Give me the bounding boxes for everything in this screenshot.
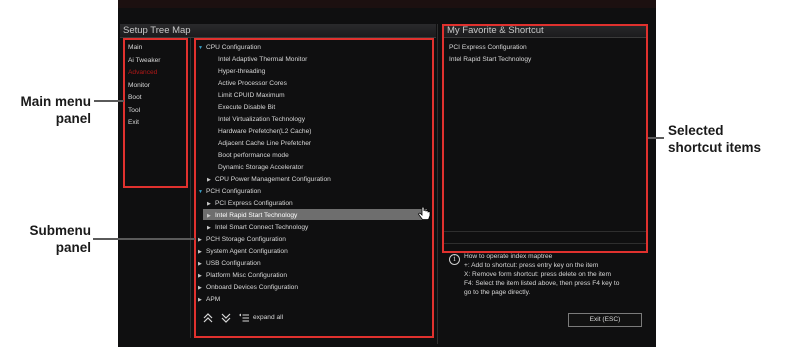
panel-divider bbox=[437, 24, 438, 344]
exit-button[interactable]: Exit (ESC) bbox=[568, 313, 642, 327]
shortcut-leader-line bbox=[648, 137, 664, 139]
panel-divider bbox=[190, 38, 191, 338]
submenu-panel-label-text: Submenu panel bbox=[29, 223, 91, 255]
help-line: X: Remove form shortcut: press delete on… bbox=[464, 271, 611, 278]
submenu-leader-line bbox=[93, 238, 195, 240]
help-line: F4: Select the item listed above, then p… bbox=[464, 280, 620, 287]
selected-shortcut-items-label: Selected shortcut items bbox=[668, 122, 788, 156]
info-icon: i bbox=[449, 254, 460, 265]
main-menu-highlight-box bbox=[123, 38, 188, 188]
submenu-panel-label: Submenu panel bbox=[0, 222, 91, 256]
selected-shortcut-items-label-text: Selected shortcut items bbox=[668, 123, 762, 155]
main-menu-panel-label: Main menu panel bbox=[0, 93, 91, 127]
main-menu-leader-line bbox=[94, 100, 124, 102]
submenu-highlight-box bbox=[194, 38, 434, 338]
setup-tree-title: Setup Tree Map bbox=[123, 25, 191, 36]
help-line: How to operate index maptree bbox=[464, 253, 553, 260]
favorites-highlight-box bbox=[442, 24, 648, 253]
help-line: go to the page directly. bbox=[464, 289, 531, 296]
help-line: +: Add to shortcut: press entry key on t… bbox=[464, 262, 599, 269]
main-menu-panel-label-text: Main menu panel bbox=[20, 94, 91, 126]
top-bar bbox=[118, 0, 656, 8]
